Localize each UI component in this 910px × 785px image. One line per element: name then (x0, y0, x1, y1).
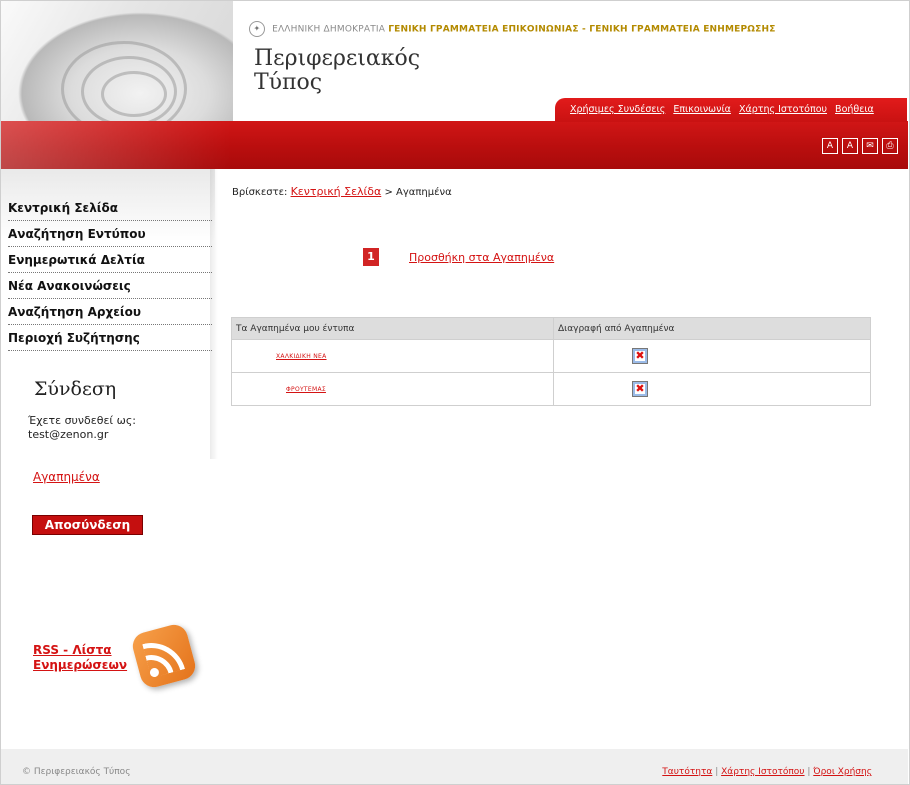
site-title[interactable]: Περιφερειακός Τύπος (254, 47, 420, 95)
favorite-item-link[interactable]: ΧΑΛΚΙΔΙΚΗ ΝΕΑ (276, 353, 327, 360)
print-icon[interactable]: ⎙ (882, 138, 898, 154)
link-sitemap[interactable]: Χάρτης Ιστοτόπου (739, 104, 827, 115)
favorites-table: Τα Αγαπημένα μου έντυπα Διαγραφή από Αγα… (231, 317, 871, 406)
add-favorite-badge: 1 (363, 248, 379, 266)
sidebar-item-archive-search[interactable]: Αναζήτηση Αρχείου (8, 299, 212, 325)
emblem-icon: ✦ (249, 21, 265, 37)
site-title-line2: Τύπος (254, 70, 323, 95)
rss-link[interactable]: RSS - Λίστα Ενημερώσεων (33, 643, 133, 673)
copyright: © Περιφερειακός Τύπος (22, 767, 131, 777)
footer-links: Ταυτότητα | Χάρτης Ιστοτόπου | Όροι Χρήσ… (662, 767, 872, 777)
table-cell-name: ΧΑΛΚΙΔΙΚΗ ΝΕΑ (231, 339, 554, 373)
delete-icon[interactable]: ✖ (632, 381, 648, 397)
login-info: Έχετε συνδεθεί ως: test@zenon.gr (28, 414, 198, 442)
user-email: test@zenon.gr (28, 428, 109, 441)
table-cell-name: ΦΡΟΥΤΕΜΑΣ (231, 372, 554, 406)
login-title: Σύνδεση (34, 378, 117, 400)
favorite-item-link[interactable]: ΦΡΟΥΤΕΜΑΣ (286, 386, 326, 393)
gov-ministries: ΓΕΝΙΚΗ ΓΡΑΜΜΑΤΕΙΑ ΕΠΙΚΟΙΝΩΝΙΑΣ - ΓΕΝΙΚΗ … (388, 24, 776, 35)
header-red-band (1, 121, 908, 169)
government-line: ✦ ΕΛΛΗΝΙΚΗ ΔΗΜΟΚΡΑΤΙΑ ΓΕΝΙΚΗ ΓΡΑΜΜΑΤΕΙΑ … (249, 21, 776, 37)
link-useful-links[interactable]: Χρήσιμες Συνδέσεις (570, 104, 665, 115)
table-row: ΦΡΟΥΤΕΜΑΣ ✖ (231, 372, 871, 406)
header: ✦ ΕΛΛΗΝΙΚΗ ΔΗΜΟΚΡΑΤΙΑ ΓΕΝΙΚΗ ΓΡΑΜΜΑΤΕΙΑ … (1, 1, 908, 169)
breadcrumb-separator: > (381, 187, 397, 198)
table-row: ΧΑΛΚΙΔΙΚΗ ΝΕΑ ✖ (231, 339, 871, 373)
gov-prefix: ΕΛΛΗΝΙΚΗ ΔΗΜΟΚΡΑΤΙΑ (272, 24, 386, 35)
sidebar-item-discussion[interactable]: Περιοχή Συζήτησης (8, 325, 212, 351)
footer-link-terms[interactable]: Όροι Χρήσης (813, 767, 872, 777)
add-favorite: 1 Προσθήκη στα Αγαπημένα (363, 248, 554, 266)
table-cell-delete: ✖ (553, 372, 871, 406)
footer-separator: | (712, 767, 722, 777)
column-header-publications: Τα Αγαπημένα μου έντυπα (231, 317, 554, 340)
breadcrumb-prefix: Βρίσκεστε: (232, 187, 288, 198)
add-favorite-link[interactable]: Προσθήκη στα Αγαπημένα (409, 251, 554, 264)
favorites-link[interactable]: Αγαπημένα (33, 470, 100, 484)
site-title-line1: Περιφερειακός (254, 46, 421, 71)
sidebar-item-home[interactable]: Κεντρική Σελίδα (8, 195, 212, 221)
sidebar-item-announcements[interactable]: Νέα Ανακοινώσεις (8, 273, 212, 299)
text-size-large-icon[interactable]: A (842, 138, 858, 154)
link-contact[interactable]: Επικοινωνία (673, 104, 731, 115)
email-icon[interactable]: ✉ (862, 138, 878, 154)
link-help[interactable]: Βοήθεια (835, 104, 874, 115)
footer-separator: | (804, 767, 814, 777)
sidebar-item-publication-search[interactable]: Αναζήτηση Εντύπου (8, 221, 212, 247)
sidebar-menu: Κεντρική Σελίδα Αναζήτηση Εντύπου Ενημερ… (8, 195, 212, 351)
top-links: Χρήσιμες Συνδέσεις Επικοινωνία Χάρτης Ισ… (570, 104, 879, 115)
footer-link-sitemap[interactable]: Χάρτης Ιστοτόπου (721, 767, 804, 777)
sidebar-item-newsletters[interactable]: Ενημερωτικά Δελτία (8, 247, 212, 273)
breadcrumb-home-link[interactable]: Κεντρική Σελίδα (291, 185, 382, 198)
logout-button[interactable]: Αποσύνδεση (32, 515, 143, 535)
breadcrumb: Βρίσκεστε: Κεντρική Σελίδα > Αγαπημένα (232, 185, 452, 198)
text-size-small-icon[interactable]: A (822, 138, 838, 154)
delete-icon[interactable]: ✖ (632, 348, 648, 364)
logged-as-label: Έχετε συνδεθεί ως: (28, 414, 136, 427)
table-header-row: Τα Αγαπημένα μου έντυπα Διαγραφή από Αγα… (231, 317, 871, 340)
tools: A A ✉ ⎙ (822, 138, 898, 154)
table-cell-delete: ✖ (553, 339, 871, 373)
footer-link-identity[interactable]: Ταυτότητα (662, 767, 712, 777)
breadcrumb-current: Αγαπημένα (396, 187, 452, 198)
column-header-delete: Διαγραφή από Αγαπημένα (553, 317, 871, 340)
